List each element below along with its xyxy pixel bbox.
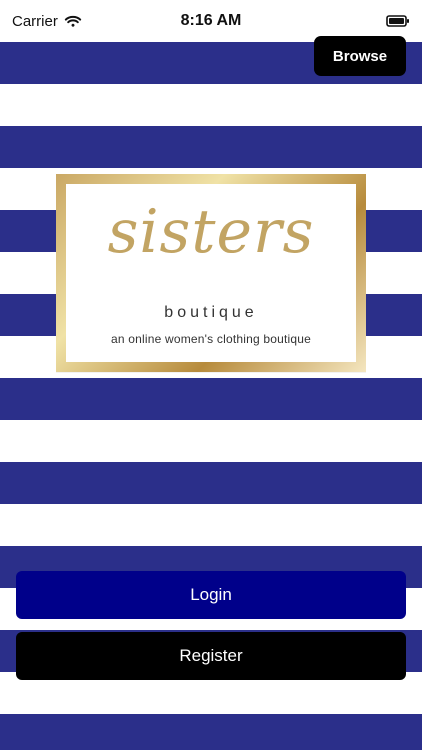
login-button[interactable]: Login (16, 571, 406, 619)
logo-tagline: an online women's clothing boutique (110, 332, 312, 346)
logo-inner: sisters boutique an online women's cloth… (66, 184, 356, 362)
logo-card: sisters boutique an online women's cloth… (56, 174, 366, 372)
register-button[interactable]: Register (16, 632, 406, 680)
logo-script: sisters (107, 197, 315, 267)
logo-subtitle: boutique (164, 304, 258, 321)
status-time: 8:16 AM (180, 12, 242, 29)
browse-button[interactable]: Browse (314, 36, 406, 76)
